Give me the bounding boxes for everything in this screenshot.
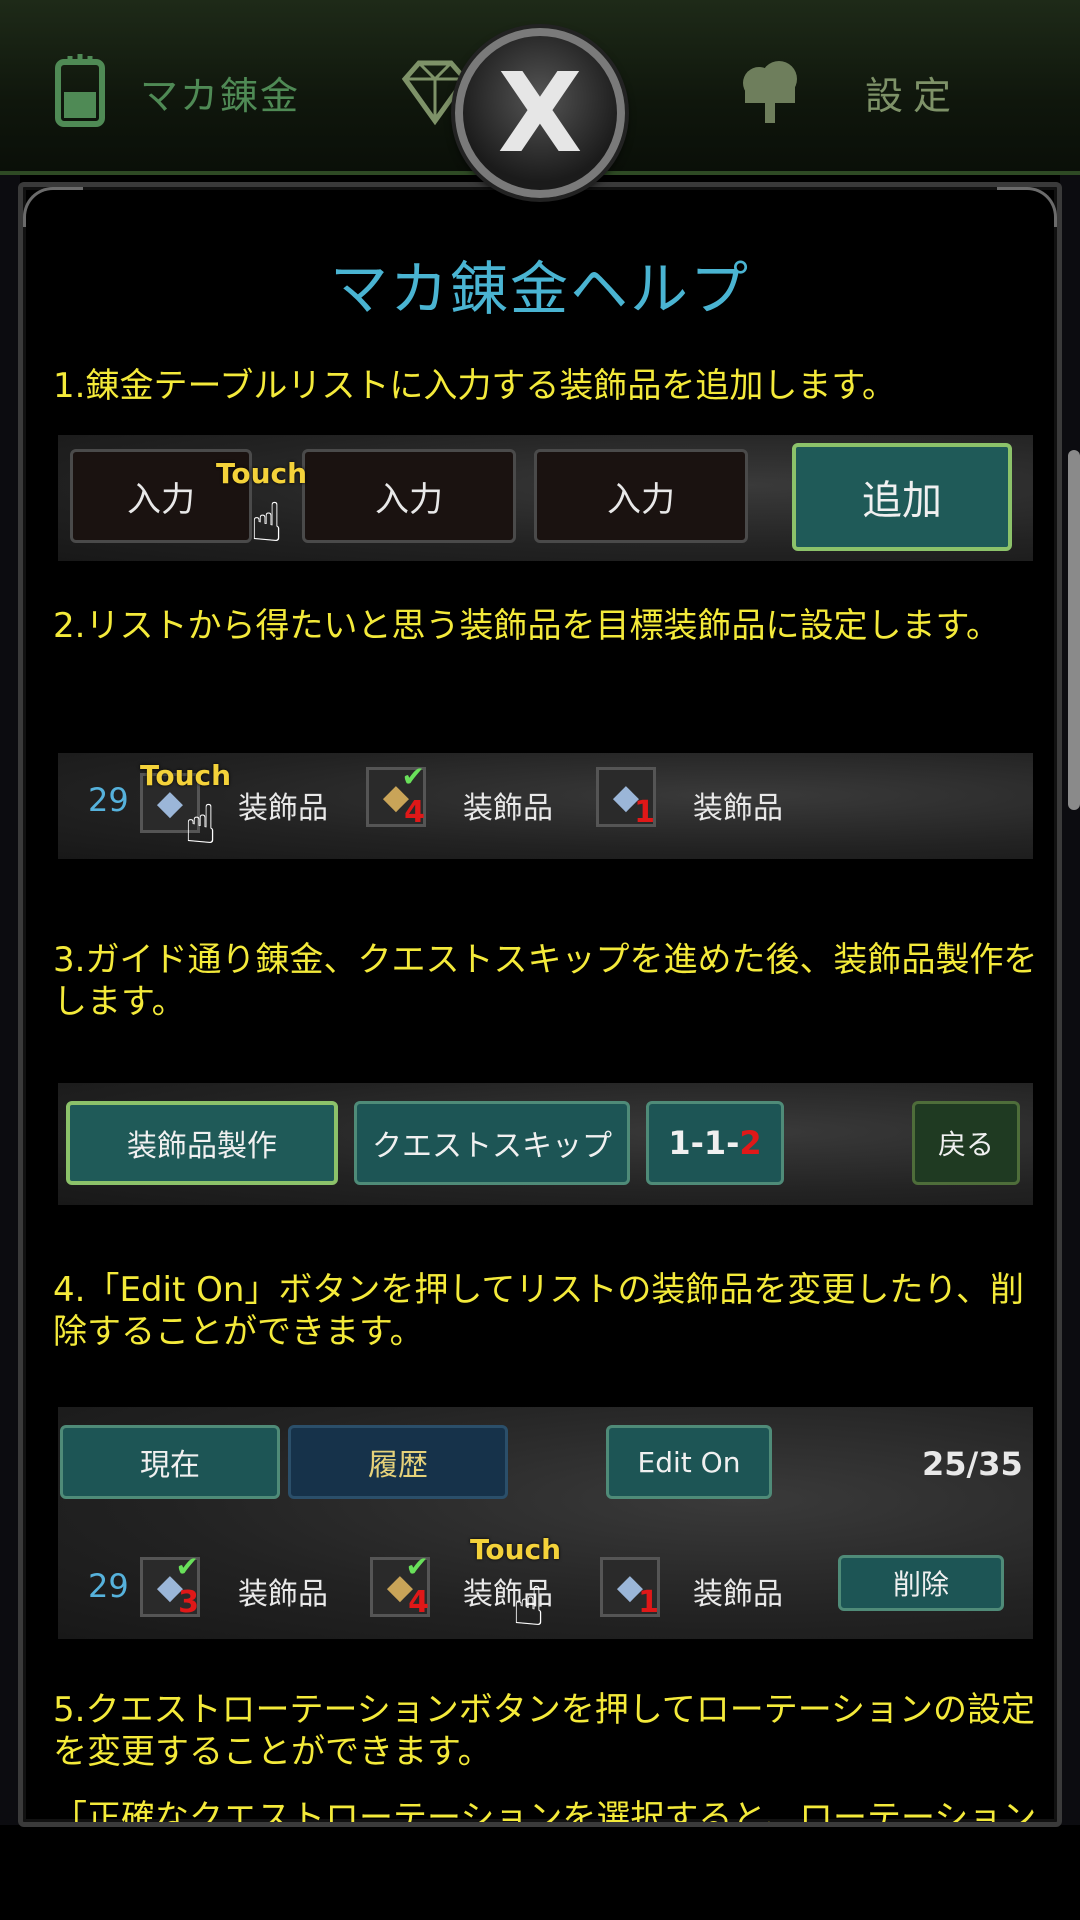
modal-title: マカ錬金ヘルプ (329, 255, 750, 323)
row-number: 29 (88, 1567, 129, 1605)
gem-count: 4 (404, 795, 425, 830)
touch-hint: Touch (140, 759, 232, 792)
gem-count: 1 (634, 795, 655, 830)
help-modal: マカ錬金ヘルプ 1.錬金テーブルリストに入力する装飾品を追加します。 入力 入力… (18, 182, 1062, 1827)
pointing-hand-icon: ☝ (184, 793, 217, 856)
decoration-label: 装飾品 (238, 791, 328, 826)
gem-count: 4 (408, 1585, 429, 1620)
gem-count: 3 (178, 1585, 199, 1620)
quest-code-button[interactable]: 1-1- 2 (646, 1101, 784, 1185)
touch-hint: Touch (470, 1533, 562, 1566)
history-tab-button[interactable]: 履歴 (288, 1425, 508, 1499)
help-step-5: 5.クエストローテーションボタンを押してローテーションの設定を変更することができ… (53, 1690, 1036, 1772)
back-button[interactable]: 戻る (912, 1101, 1020, 1185)
decoration-gem-icon[interactable]: ◆ ✔ 4 (370, 1550, 430, 1620)
frame-corner-left (23, 187, 83, 227)
decoration-label: 装飾品 (463, 791, 553, 826)
help-step-6-partial: 「正確なクエストローテーションを選択すると、ローテーションに (53, 1798, 1037, 1827)
scrollbar-thumb[interactable] (1068, 450, 1080, 810)
edit-on-button[interactable]: Edit On (606, 1425, 772, 1499)
quest-skip-button[interactable]: クエストスキップ (354, 1101, 630, 1185)
list-counter: 25/35 (922, 1445, 1023, 1483)
help-step-3: 3.ガイド通り錬金、クエストスキップを進めた後、装飾品製作をします。 (53, 940, 1038, 1022)
gem-count: 1 (638, 1585, 659, 1620)
quest-code-last: 2 (739, 1124, 762, 1162)
pointing-hand-icon: ☝ (512, 1575, 545, 1638)
current-tab-button[interactable]: 現在 (60, 1425, 280, 1499)
decoration-gem-icon[interactable]: ◆ 1 (596, 767, 656, 830)
background-edge-left (0, 175, 20, 1825)
example-panel-guide: 装飾品製作 クエストスキップ 1-1- 2 戻る (58, 1083, 1033, 1205)
add-button[interactable]: 追加 (792, 443, 1012, 551)
delete-button[interactable]: 削除 (838, 1555, 1004, 1611)
cloud-gear-icon (743, 61, 797, 123)
check-icon: ✔ (401, 760, 425, 793)
input-slot-3[interactable]: 入力 (534, 449, 748, 543)
row-number: 29 (88, 781, 129, 819)
help-step-4: 4.「Edit On」ボタンを押してリストの装飾品を変更したり、削除することがで… (53, 1270, 1025, 1352)
pointing-hand-icon: ☝ (250, 491, 283, 554)
tab-label: マカ錬金 (140, 73, 301, 118)
check-icon: ✔ (405, 1550, 429, 1583)
check-icon: ✔ (175, 1550, 199, 1583)
decoration-label: 装飾品 (693, 1577, 783, 1612)
example-panel-target: 29 ◆ 装飾品 ◆ ✔ 4 装飾品 ◆ 1 装飾品 Touch ☝ (58, 753, 1033, 859)
close-button[interactable]: X (455, 28, 625, 198)
frame-corner-right (997, 187, 1057, 227)
decoration-gem-icon[interactable]: ◆ 1 (600, 1557, 660, 1620)
tab-maka-alchemy[interactable]: マカ錬金 (50, 52, 300, 132)
quest-code-prefix: 1-1- (668, 1124, 740, 1162)
touch-hint: Touch (216, 457, 308, 490)
close-icon: X (497, 49, 583, 177)
tab-settings[interactable]: 設定 (735, 52, 961, 132)
input-slot-2[interactable]: 入力 (302, 449, 516, 543)
decoration-label: 装飾品 (693, 791, 783, 826)
background-edge-right (1060, 175, 1080, 1825)
example-panel-edit: 現在 履歴 Edit On 25/35 29 ◆ ✔ 3 装飾品 ◆ ✔ 4 装飾品 ◆… (58, 1407, 1033, 1639)
flask-icon (55, 54, 105, 127)
decoration-gem-icon[interactable]: ◆ ✔ 3 (140, 1550, 200, 1620)
help-step-1: 1.錬金テーブルリストに入力する装飾品を追加します。 (53, 366, 896, 406)
decoration-gem-icon[interactable]: ◆ ✔ 4 (366, 760, 426, 830)
tab-label: 設定 (865, 73, 962, 118)
make-decoration-button[interactable]: 装飾品製作 (66, 1101, 338, 1185)
decoration-label: 装飾品 (238, 1577, 328, 1612)
example-panel-input: 入力 入力 入力 追加 Touch ☝ (58, 435, 1033, 561)
help-step-2: 2.リストから得たいと思う装飾品を目標装飾品に設定します。 (53, 606, 1001, 646)
